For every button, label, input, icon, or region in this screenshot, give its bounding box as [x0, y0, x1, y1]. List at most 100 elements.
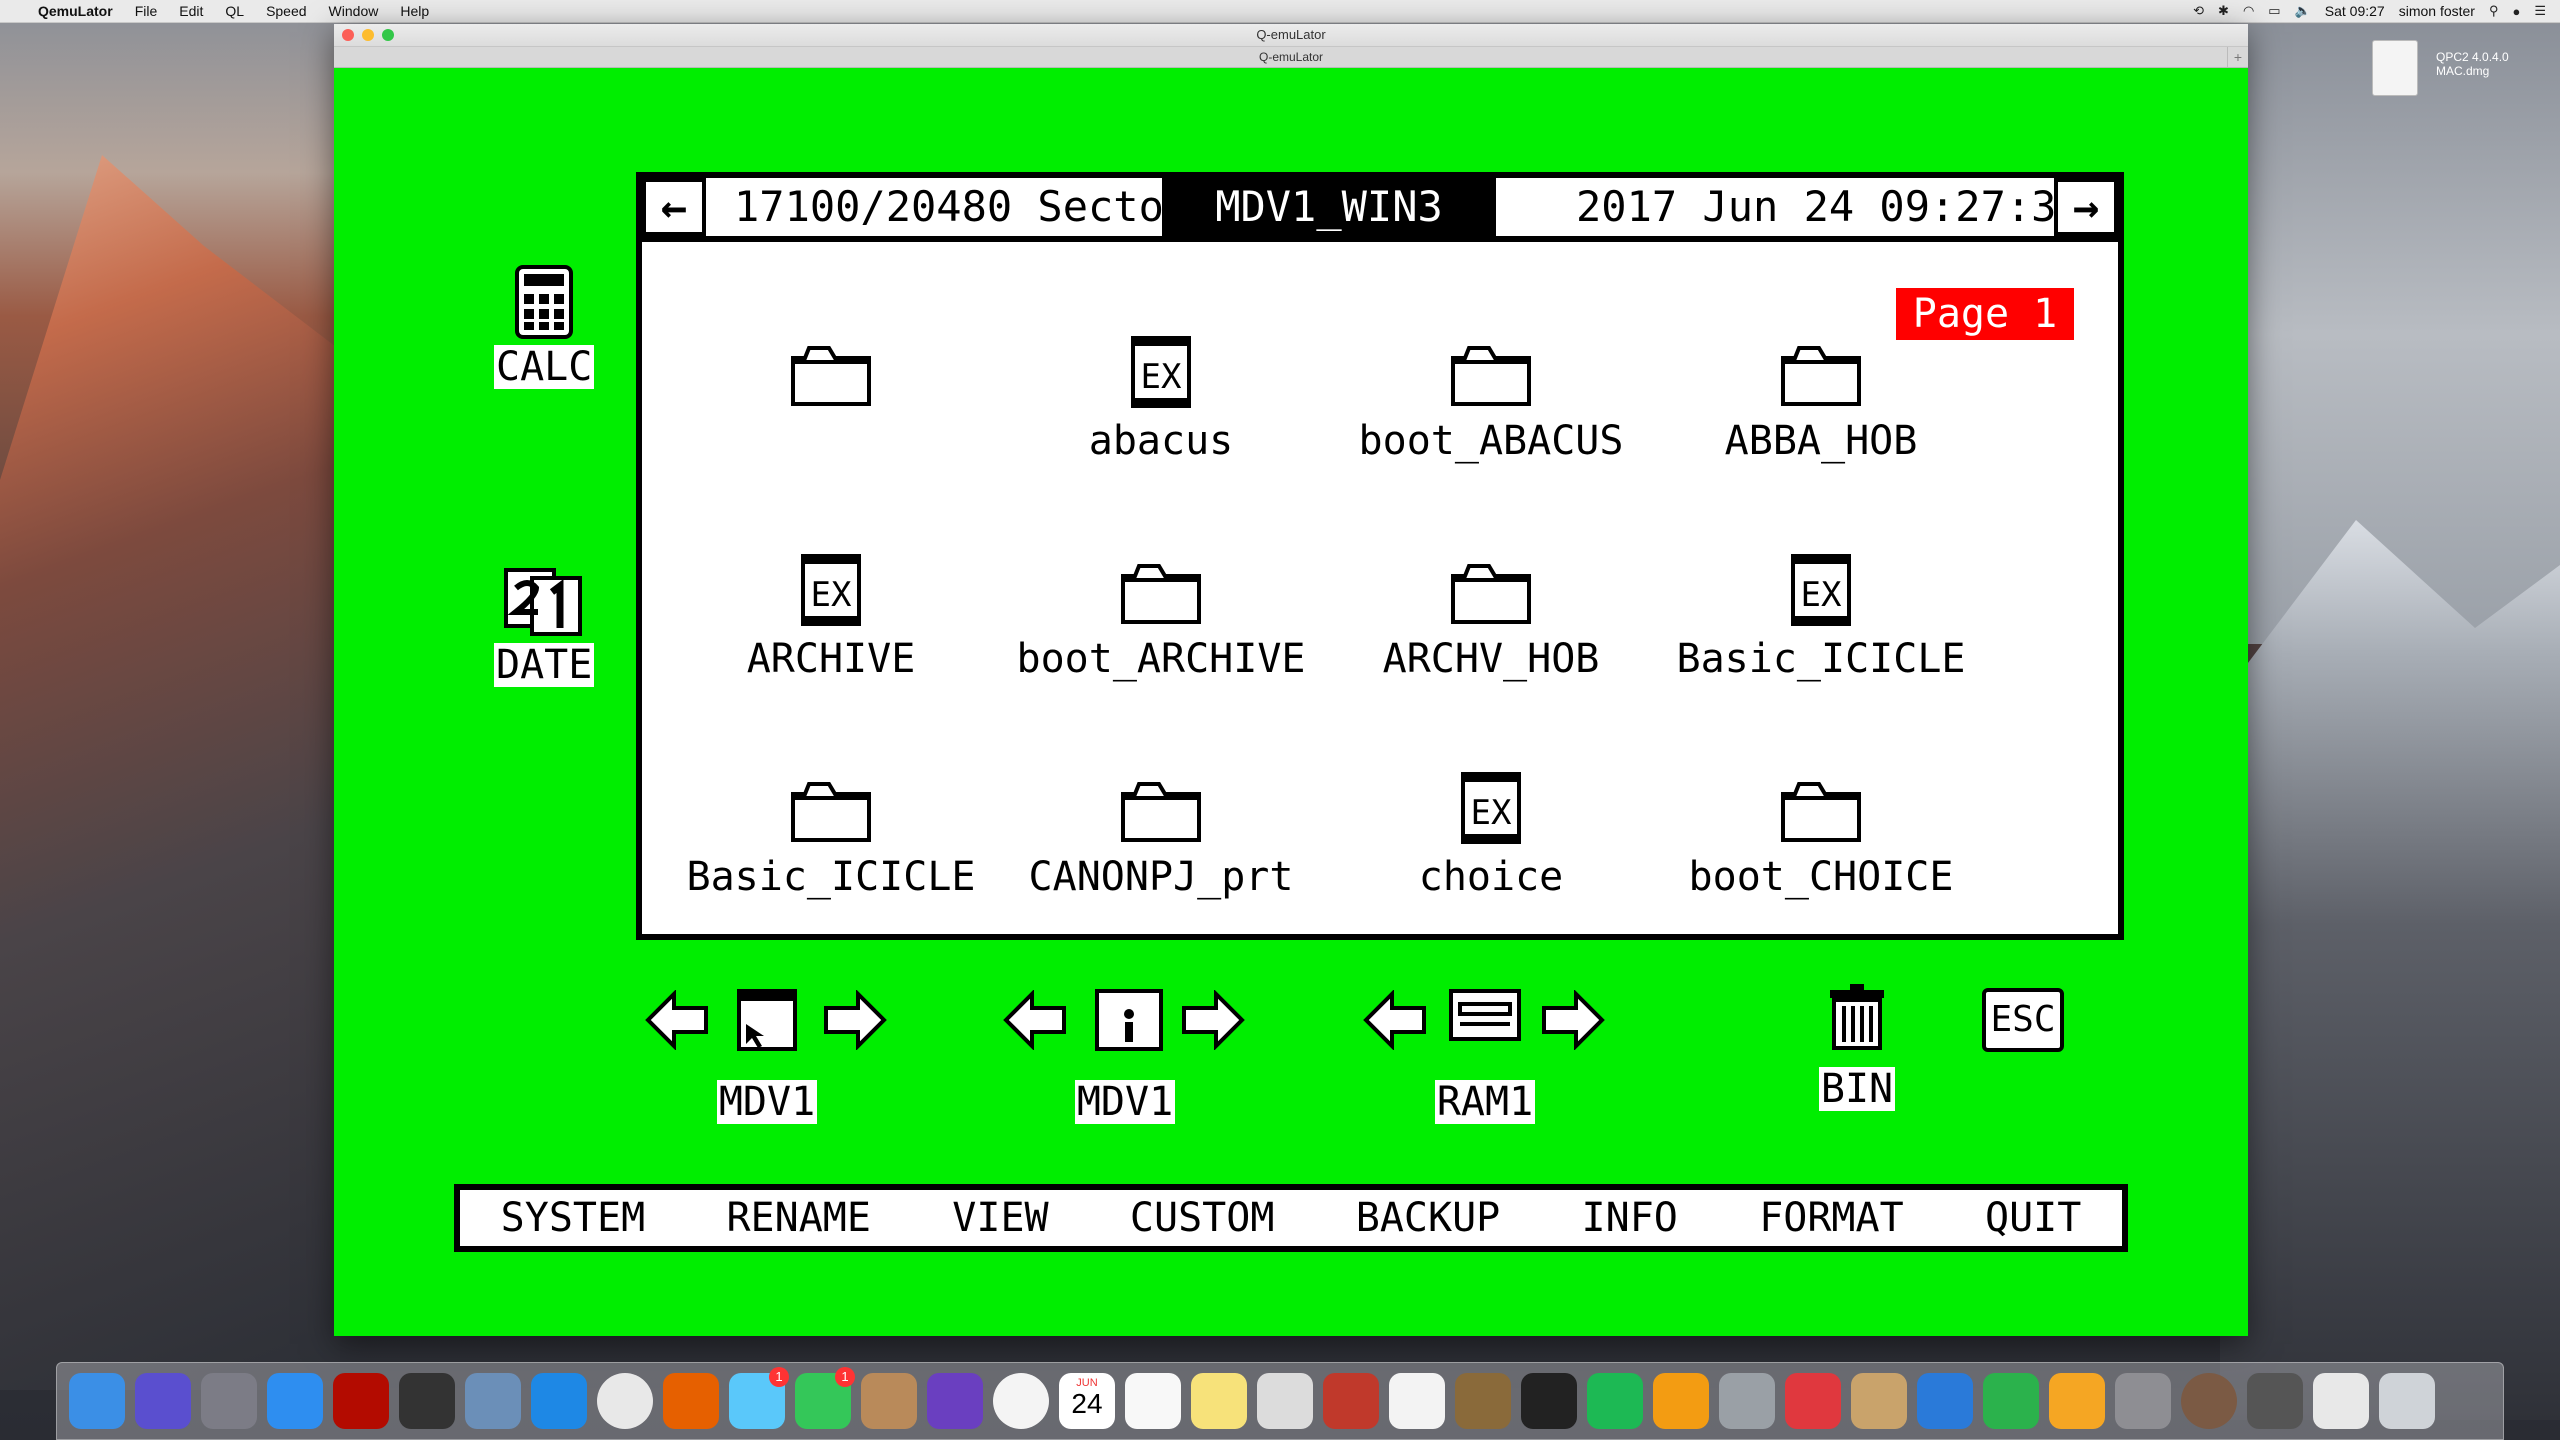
reminders-icon[interactable] — [1125, 1373, 1181, 1429]
imovie-icon[interactable] — [927, 1373, 983, 1429]
wifi-icon[interactable]: ◠ — [2243, 3, 2254, 19]
firefox-icon[interactable] — [663, 1373, 719, 1429]
device-prev-arrow-icon[interactable] — [644, 989, 710, 1055]
notes-icon[interactable] — [1191, 1373, 1247, 1429]
ql-menu-item-rename[interactable]: RENAME — [726, 1195, 871, 1241]
qemulator-icon[interactable] — [2181, 1373, 2237, 1429]
menubar-clock[interactable]: Sat 09:27 — [2325, 3, 2385, 19]
prev-page-button[interactable]: ← — [642, 178, 706, 236]
device-prev-arrow-icon[interactable] — [1362, 989, 1428, 1055]
esc-button[interactable]: ESC — [1982, 988, 2064, 1052]
itunes-icon[interactable] — [1389, 1373, 1445, 1429]
system-preferences-icon[interactable] — [2115, 1373, 2171, 1429]
menu-app-name[interactable]: QemuLator — [38, 3, 113, 19]
menu-file[interactable]: File — [135, 3, 158, 19]
ql-menu-item-view[interactable]: VIEW — [952, 1195, 1048, 1241]
window-titlebar[interactable]: Q-emuLator — [334, 24, 2248, 46]
menubar-user[interactable]: simon foster — [2399, 3, 2475, 19]
ql-menu-item-info[interactable]: INFO — [1582, 1195, 1678, 1241]
trash-icon[interactable] — [2379, 1373, 2435, 1429]
ql-menu-item-backup[interactable]: BACKUP — [1356, 1195, 1501, 1241]
device-next-arrow-icon[interactable] — [1180, 989, 1246, 1055]
executable-icon: EX — [1341, 772, 1641, 844]
spotify-icon[interactable] — [1587, 1373, 1643, 1429]
photo-booth-icon[interactable] — [1323, 1373, 1379, 1429]
safari-icon[interactable] — [531, 1373, 587, 1429]
file-item[interactable]: boot_CHOICE — [1671, 774, 1971, 900]
device-next-arrow-icon[interactable] — [1540, 989, 1606, 1055]
preview-images-icon[interactable] — [1257, 1373, 1313, 1429]
messages-icon[interactable]: 1 — [729, 1367, 789, 1429]
contacts-icon[interactable] — [861, 1373, 917, 1429]
keynote-icon[interactable] — [1917, 1373, 1973, 1429]
ql-menu-item-system[interactable]: SYSTEM — [501, 1195, 646, 1241]
file-item[interactable]: Basic_ICICLE — [681, 774, 981, 900]
file-item[interactable]: ARCHV_HOB — [1341, 556, 1641, 682]
finder-icon[interactable] — [69, 1373, 125, 1429]
photos-icon[interactable] — [993, 1373, 1049, 1429]
chrome-icon[interactable] — [597, 1373, 653, 1429]
file-item[interactable]: EX ARCHIVE — [681, 554, 981, 682]
logic-icon[interactable] — [1521, 1373, 1577, 1429]
launchpad-icon[interactable] — [201, 1373, 257, 1429]
notification-center-icon[interactable]: ☰ — [2534, 3, 2546, 19]
ql-screen[interactable]: CALC DATE ← 17100/20480 Sectors MDV1_WIN… — [334, 68, 2248, 1336]
device-prev-arrow-icon[interactable] — [1002, 989, 1068, 1055]
file-item[interactable] — [681, 338, 981, 418]
file-item[interactable]: EX abacus — [1011, 336, 1311, 464]
disk-label-line1: QPC2 4.0.4.0 — [2436, 50, 2509, 64]
app-store-icon[interactable] — [267, 1373, 323, 1429]
window-device-icon[interactable] — [736, 988, 798, 1057]
device-next-arrow-icon[interactable] — [822, 989, 888, 1055]
siri-icon[interactable] — [135, 1373, 191, 1429]
date-launcher[interactable]: DATE — [494, 566, 595, 687]
spotlight-icon[interactable]: ⚲ — [2489, 3, 2499, 19]
next-page-button[interactable]: → — [2054, 178, 2118, 236]
file-item[interactable]: CANONPJ_prt — [1011, 774, 1311, 900]
ibooks-icon[interactable] — [1653, 1373, 1709, 1429]
file-item[interactable]: boot_ABACUS — [1341, 338, 1641, 464]
image-viewer-icon[interactable] — [399, 1373, 455, 1429]
menu-help[interactable]: Help — [400, 3, 429, 19]
calendar-icon[interactable]: JUN 24 — [1059, 1373, 1115, 1429]
zoom-button[interactable] — [382, 29, 394, 41]
volume-icon[interactable]: 🔈 — [2295, 3, 2311, 19]
tab-title[interactable]: Q-emuLator — [1259, 50, 1323, 64]
archive-utility-icon[interactable] — [1851, 1373, 1907, 1429]
airplay-icon[interactable]: ▭ — [2268, 3, 2280, 19]
garageband-icon[interactable] — [1455, 1373, 1511, 1429]
ql-menu-item-format[interactable]: FORMAT — [1759, 1195, 1904, 1241]
pages-icon[interactable] — [2049, 1373, 2105, 1429]
file-item[interactable]: ABBA_HOB — [1671, 338, 1971, 464]
new-tab-button[interactable]: + — [2227, 47, 2248, 67]
close-button[interactable] — [342, 29, 354, 41]
file-item[interactable]: EX Basic_ICICLE — [1671, 554, 1971, 682]
disk-image-icon[interactable] — [2372, 40, 2418, 96]
siri-icon[interactable]: ● — [2512, 4, 2520, 19]
bluetooth-icon[interactable]: ✱ — [2218, 3, 2229, 19]
bin-button[interactable]: BIN — [1802, 984, 1912, 1111]
music-folder-icon[interactable] — [2313, 1373, 2369, 1429]
ql-menu-item-custom[interactable]: CUSTOM — [1130, 1195, 1275, 1241]
file-item[interactable]: boot_ARCHIVE — [1011, 556, 1311, 682]
menu-edit[interactable]: Edit — [179, 3, 203, 19]
ramdisk-icon[interactable] — [1448, 988, 1522, 1047]
file-item[interactable]: EX choice — [1341, 772, 1641, 900]
menu-window[interactable]: Window — [329, 3, 379, 19]
facetime-icon[interactable]: 1 — [795, 1367, 855, 1429]
menu-speed[interactable]: Speed — [266, 3, 306, 19]
dock-calendar-day: 24 — [1071, 1388, 1103, 1419]
calc-launcher[interactable]: CALC — [494, 264, 595, 389]
minimize-button[interactable] — [362, 29, 374, 41]
news-icon[interactable] — [1785, 1373, 1841, 1429]
preview-icon[interactable] — [465, 1373, 521, 1429]
disk-utility-icon[interactable] — [1719, 1373, 1775, 1429]
mac-emulator-icon[interactable] — [2247, 1373, 2303, 1429]
microdrive-icon[interactable] — [1094, 988, 1164, 1057]
disk-image-label[interactable]: QPC2 4.0.4.0 MAC.dmg — [2436, 50, 2509, 78]
ql-menu-item-quit[interactable]: QUIT — [1985, 1195, 2081, 1241]
time-machine-icon[interactable]: ⟲ — [2193, 3, 2204, 19]
acrobat-icon[interactable] — [333, 1373, 389, 1429]
menu-ql[interactable]: QL — [225, 3, 244, 19]
numbers-icon[interactable] — [1983, 1373, 2039, 1429]
